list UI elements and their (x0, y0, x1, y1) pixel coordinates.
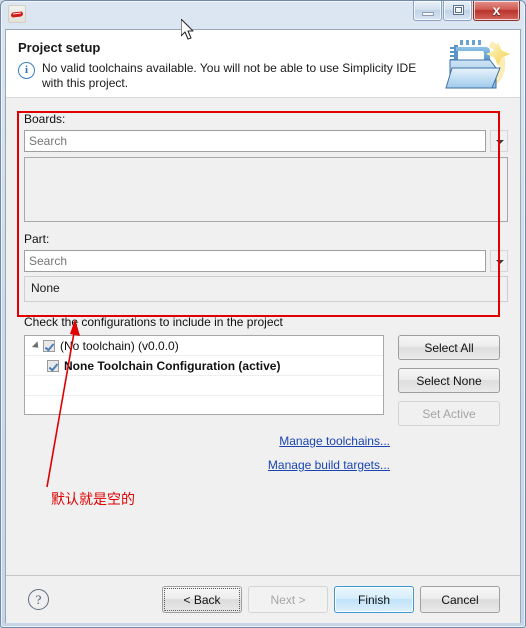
minimize-button[interactable] (413, 1, 442, 21)
wizard-body: Boards: Part: None Check the configurati… (6, 98, 520, 472)
part-search-row (24, 250, 508, 272)
table-row[interactable]: (No toolchain) (v0.0.0) (25, 336, 383, 356)
finish-button-label: Finish (357, 592, 390, 607)
title-bar: x (5, 1, 521, 29)
next-button: Next > (248, 586, 328, 613)
manage-toolchains-link[interactable]: Manage toolchains... (18, 434, 390, 448)
boards-list[interactable] (24, 157, 508, 222)
checkbox[interactable] (47, 359, 59, 372)
select-all-label: Select All (424, 340, 474, 355)
boards-dropdown-button[interactable] (490, 130, 508, 152)
table-row-empty (25, 396, 383, 416)
part-search-input[interactable] (24, 250, 486, 272)
back-button-label: < Back (183, 592, 221, 607)
cancel-button[interactable]: Cancel (420, 586, 500, 613)
dialog-window: x Project setup i No valid toolchains av… (0, 0, 526, 628)
dialog-client-area: Project setup i No valid toolchains avai… (5, 29, 521, 623)
boards-search-row (24, 130, 508, 152)
cancel-button-label: Cancel (441, 592, 479, 607)
manage-build-targets-link[interactable]: Manage build targets... (18, 458, 390, 472)
table-row[interactable]: None Toolchain Configuration (active) (25, 356, 383, 376)
new-project-wizard-icon (445, 40, 510, 89)
select-none-label: Select None (416, 373, 482, 388)
toolchain-label: (No toolchain) (v0.0.0) (60, 338, 179, 353)
status-message: No valid toolchains available. You will … (42, 61, 417, 90)
part-label: Part: (24, 232, 50, 246)
restore-button[interactable] (443, 1, 472, 21)
boards-search-input[interactable] (24, 130, 486, 152)
back-button[interactable]: < Back (162, 586, 242, 613)
close-icon: x (492, 2, 501, 18)
restore-icon-inner (455, 7, 462, 13)
finish-button[interactable]: Finish (334, 586, 414, 613)
configuration-label: None Toolchain Configuration (active) (64, 358, 281, 373)
info-icon: i (18, 62, 35, 79)
wizard-nav-buttons: < Back Next > Finish Cancel (162, 586, 508, 613)
window-controls: x (413, 1, 520, 21)
help-icon[interactable]: ? (28, 589, 49, 610)
close-button[interactable]: x (473, 1, 520, 21)
set-active-button: Set Active (398, 401, 500, 426)
checkbox[interactable] (43, 339, 55, 352)
manage-links: Manage toolchains... Manage build target… (18, 434, 508, 472)
wizard-header: Project setup i No valid toolchains avai… (6, 30, 520, 98)
select-none-button[interactable]: Select None (398, 368, 500, 393)
configurations-caption: Check the configurations to include in t… (24, 315, 283, 329)
set-active-label: Set Active (422, 406, 476, 421)
table-row-empty (25, 376, 383, 396)
dialog-footer: ? < Back Next > Finish Cancel (6, 576, 520, 623)
configurations-tree[interactable]: (No toolchain) (v0.0.0) None Toolchain C… (24, 335, 384, 416)
restore-icon (453, 5, 464, 15)
configurations-row: (No toolchain) (v0.0.0) None Toolchain C… (24, 335, 508, 426)
select-all-button[interactable]: Select All (398, 335, 500, 360)
annotation-note: 默认就是空的 (51, 492, 135, 508)
configuration-actions: Select All Select None Set Active (398, 335, 500, 426)
boards-label: Boards: (24, 112, 66, 126)
chevron-down-icon[interactable] (29, 339, 43, 353)
next-button-label: Next > (270, 592, 306, 607)
part-selected-value[interactable]: None (24, 276, 508, 302)
part-dropdown-button[interactable] (490, 250, 508, 272)
app-icon (8, 5, 26, 23)
